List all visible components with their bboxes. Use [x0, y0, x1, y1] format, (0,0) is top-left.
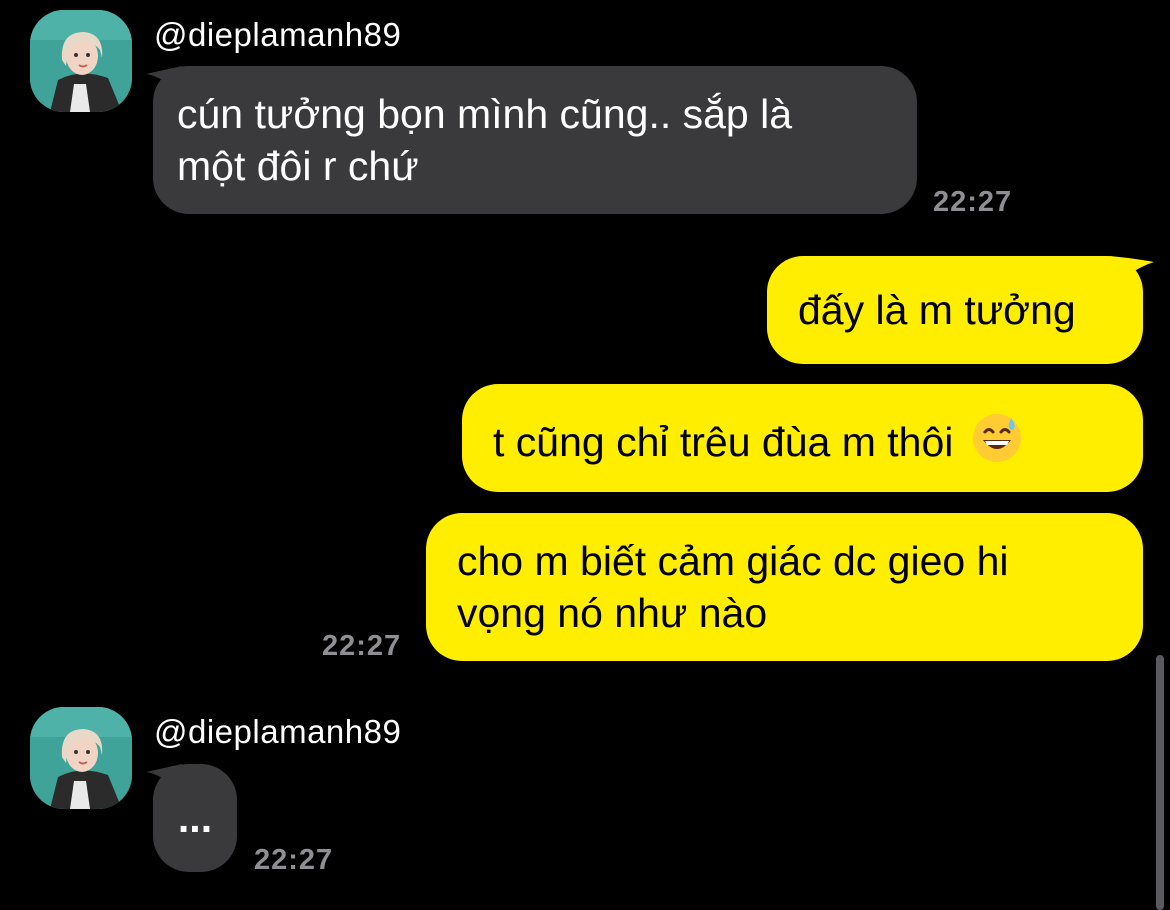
sender-username[interactable]: @dieplamanh89: [154, 16, 401, 54]
scrollbar[interactable]: [1156, 655, 1164, 910]
message-text: vọng nó như nào: [457, 590, 768, 636]
message-text: cho m biết cảm giác dc gieo hi: [457, 538, 1009, 584]
sender-username[interactable]: @dieplamanh89: [154, 713, 401, 751]
message-text: một đôi r chứ: [177, 143, 419, 189]
message-text: t cũng chỉ trêu đùa m thôi: [493, 419, 954, 465]
avatar[interactable]: [30, 707, 132, 809]
message-text: đấy là m tưởng: [798, 287, 1076, 333]
outgoing-message-bubble[interactable]: cho m biết cảm giác dc gieo hi vọng nó n…: [426, 513, 1143, 661]
message-text: cún tưởng bọn mình cũng.. sắp là: [177, 91, 793, 137]
message-timestamp: 22:27: [254, 844, 334, 876]
message-text: ...: [177, 795, 213, 841]
outgoing-message-bubble[interactable]: t cũng chỉ trêu đùa m thôi: [462, 384, 1143, 492]
incoming-message-bubble[interactable]: ...: [153, 764, 237, 872]
message-timestamp: 22:27: [322, 630, 402, 662]
avatar[interactable]: [30, 10, 132, 112]
message-timestamp: 22:27: [933, 186, 1013, 218]
outgoing-message-bubble[interactable]: đấy là m tưởng: [767, 256, 1143, 364]
grinning-sweat-emoji: [972, 414, 1021, 462]
incoming-message-bubble[interactable]: cún tưởng bọn mình cũng.. sắp là một đôi…: [153, 66, 917, 214]
